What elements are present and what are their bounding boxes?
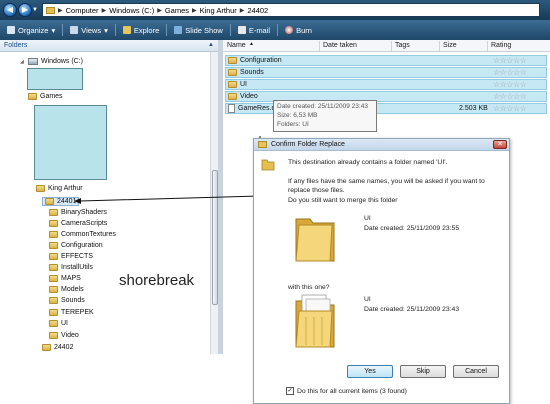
rating-stars[interactable]: ☆☆☆☆☆ <box>493 92 527 102</box>
folder-icon <box>228 93 237 100</box>
column-date-taken[interactable]: Date taken <box>323 42 357 49</box>
yes-button[interactable]: Yes <box>347 365 393 378</box>
apply-to-all-label: Do this for all current items (3 found) <box>297 388 407 395</box>
column-rating[interactable]: Rating <box>491 42 511 49</box>
folder-icon <box>228 69 237 76</box>
folder-with-files-icon <box>295 294 335 348</box>
cancel-button[interactable]: Cancel <box>453 365 499 378</box>
file-row[interactable]: Configuration ☆☆☆☆☆ <box>225 55 547 66</box>
close-icon[interactable]: ✕ <box>493 140 507 149</box>
column-name[interactable]: Name <box>227 42 246 49</box>
folder-icon <box>258 141 267 148</box>
apply-to-all-checkbox[interactable]: ✓ <box>286 387 294 395</box>
skip-button[interactable]: Skip <box>400 365 446 378</box>
file-icon <box>228 104 235 113</box>
folder-info-tooltip: Date created: 25/11/2009 23:43 Size: 6,5… <box>273 100 377 132</box>
folder-icon <box>295 218 335 262</box>
rating-stars[interactable]: ☆☆☆☆☆ <box>493 56 527 66</box>
folder-icon <box>261 159 275 171</box>
column-tags[interactable]: Tags <box>395 42 410 49</box>
column-size[interactable]: Size <box>443 42 457 49</box>
file-list-header: Name ▲ Date taken Tags Size Rating <box>223 40 550 52</box>
dialog-title-bar[interactable]: Confirm Folder Replace ✕ <box>254 139 509 151</box>
file-row[interactable]: UI ☆☆☆☆☆ <box>225 79 547 90</box>
file-row[interactable]: Sounds ☆☆☆☆☆ <box>225 67 547 78</box>
folder-icon <box>228 57 237 64</box>
folder-icon <box>228 81 237 88</box>
rating-stars[interactable]: ☆☆☆☆☆ <box>493 104 527 114</box>
rating-stars[interactable]: ☆☆☆☆☆ <box>493 68 527 78</box>
rating-stars[interactable]: ☆☆☆☆☆ <box>493 80 527 90</box>
confirm-folder-replace-dialog: Confirm Folder Replace ✕ This destinatio… <box>253 138 510 404</box>
sort-ascending-icon: ▲ <box>249 41 254 47</box>
